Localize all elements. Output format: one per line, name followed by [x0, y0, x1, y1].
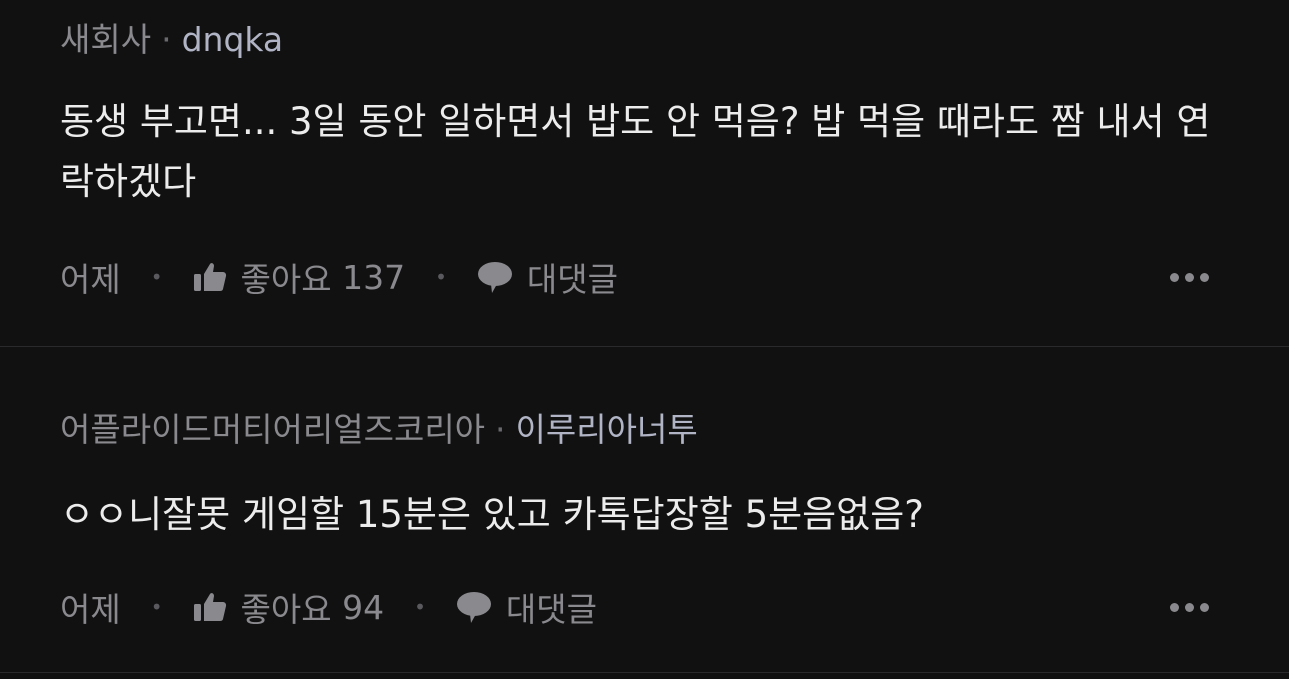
like-label: 좋아요	[240, 590, 332, 629]
reply-label: 대댓글	[505, 590, 598, 629]
more-dots-icon[interactable]	[1170, 602, 1209, 612]
more-dots-icon[interactable]	[1170, 272, 1209, 282]
thumbs-up-icon	[193, 261, 227, 293]
reply-button[interactable]: 대댓글	[456, 583, 597, 631]
author-nickname[interactable]: dnqka	[182, 20, 284, 59]
action-separator: •	[150, 595, 163, 619]
comment-actions: 어제 • 좋아요 94 • 대댓글	[60, 585, 1209, 629]
speech-bubble-icon	[477, 260, 513, 294]
speech-bubble-icon	[456, 590, 492, 624]
like-count: 94	[342, 587, 385, 627]
reply-button[interactable]: 대댓글	[477, 253, 618, 301]
meta-separator: ·	[161, 20, 172, 59]
like-label: 좋아요	[240, 260, 332, 299]
meta-separator: ·	[495, 410, 506, 449]
like-button[interactable]: 좋아요 94	[193, 583, 385, 631]
comment-time: 어제	[60, 260, 121, 299]
action-separator: •	[150, 265, 163, 289]
comment-time: 어제	[60, 590, 121, 629]
author-company[interactable]: 어플라이드머티어리얼즈코리아	[60, 410, 485, 449]
like-count: 137	[342, 257, 406, 297]
comment-author-line: 새회사 · dnqka	[60, 20, 283, 60]
reply-label: 대댓글	[526, 260, 619, 299]
comment-item: 새회사 · dnqka 동생 부고면... 3일 동안 일하면서 밥도 안 먹음? …	[0, 0, 1289, 347]
action-separator: •	[435, 265, 447, 289]
comment-actions: 어제 • 좋아요 137 • 대댓글	[60, 255, 1209, 299]
author-nickname[interactable]: 이루리아너투	[516, 410, 698, 449]
comment-author-line: 어플라이드머티어리얼즈코리아 · 이루리아너투	[60, 410, 698, 450]
comment-item: 어플라이드머티어리얼즈코리아 · 이루리아너투 ㅇㅇ니잘못 게임할 15분은 있고 …	[0, 347, 1289, 673]
thumbs-up-icon	[193, 591, 227, 623]
comment-text: 동생 부고면... 3일 동안 일하면서 밥도 안 먹음? 밥 먹을 때라도 짬…	[60, 100, 1211, 203]
action-separator: •	[414, 595, 426, 619]
author-company[interactable]: 새회사	[60, 20, 151, 59]
like-button[interactable]: 좋아요 137	[193, 253, 406, 301]
comment-text: ㅇㅇ니잘못 게임할 15분은 있고 카톡답장할 5분음없음?	[60, 493, 924, 536]
